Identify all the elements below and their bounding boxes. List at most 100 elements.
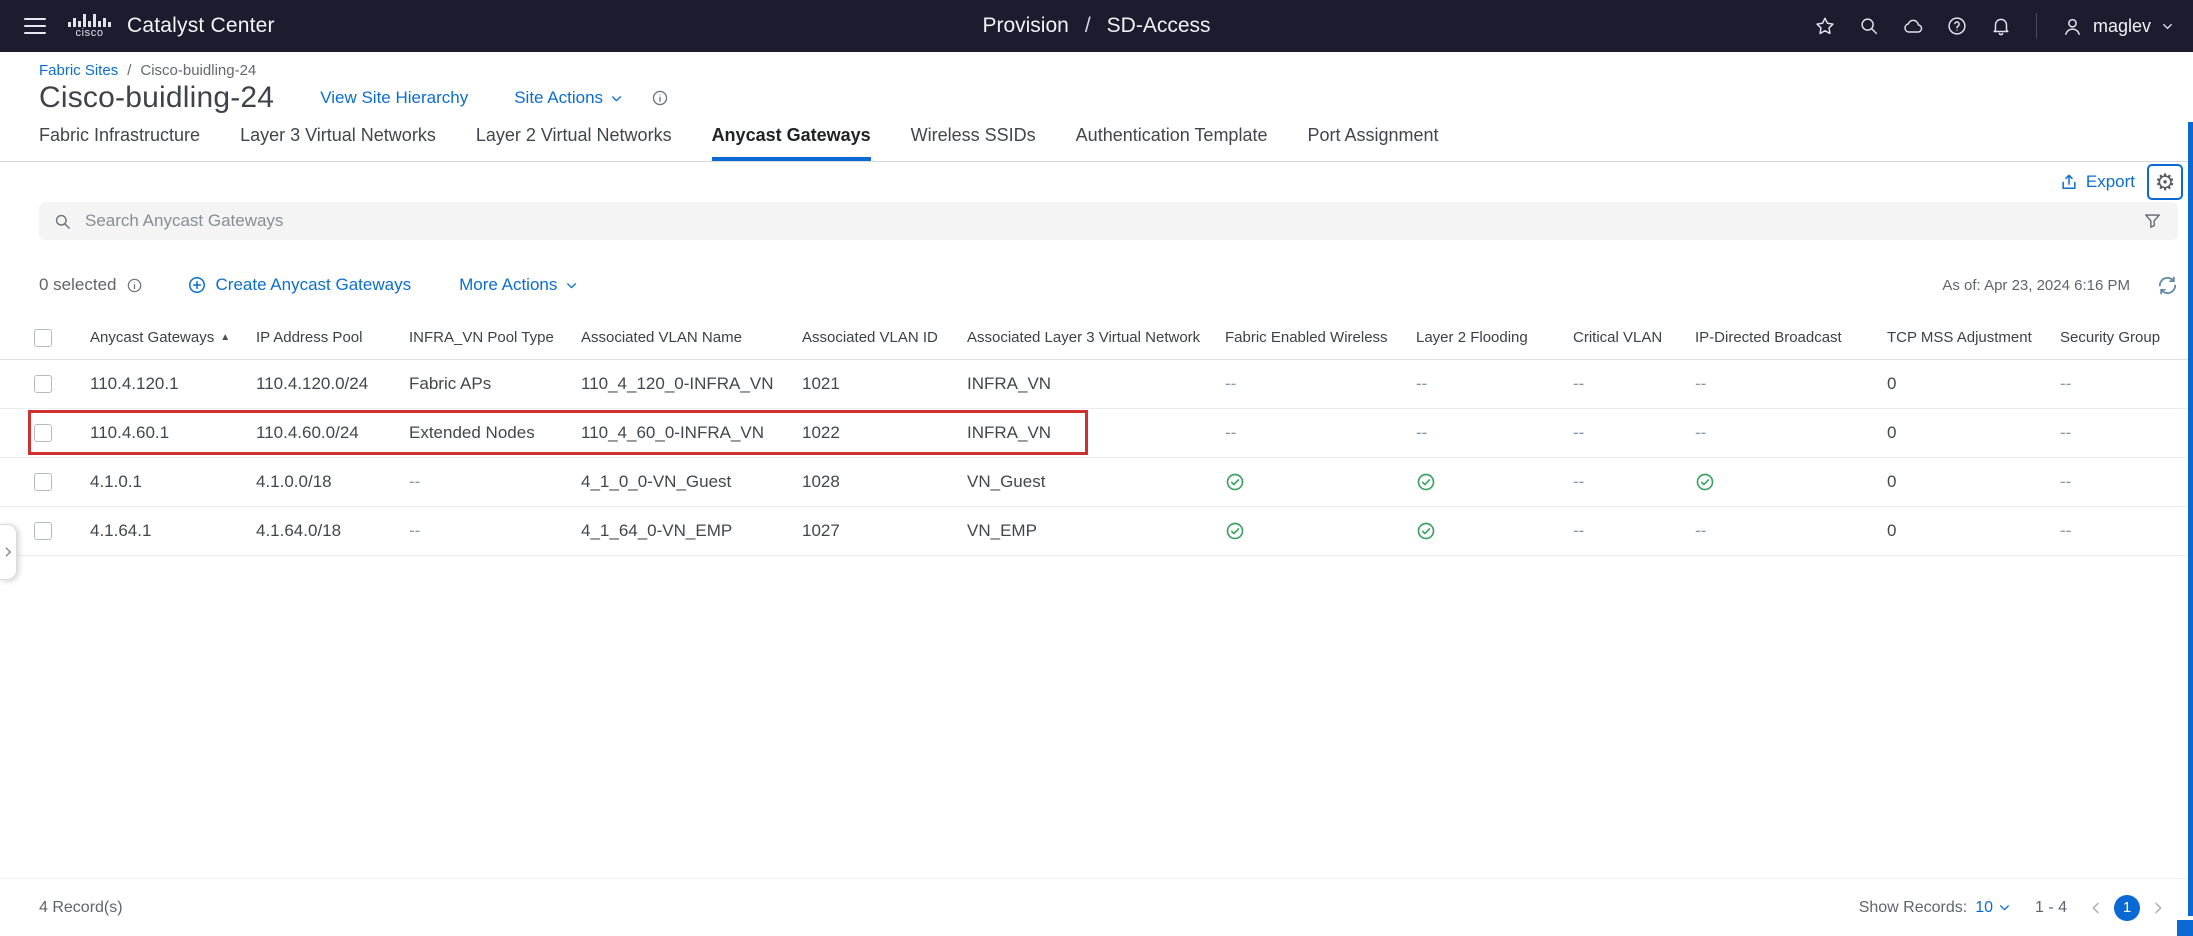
menu-icon[interactable] [18, 9, 52, 43]
plus-circle-icon [187, 275, 207, 295]
site-actions-label: Site Actions [514, 88, 603, 108]
notifications-bell-icon[interactable] [1990, 15, 2012, 37]
pagination-previous-icon[interactable] [2087, 899, 2105, 917]
more-actions-dropdown[interactable]: More Actions [459, 275, 578, 295]
view-site-hierarchy-link[interactable]: View Site Hierarchy [320, 88, 468, 108]
user-menu-chevron-down-icon [2160, 19, 2175, 34]
table-row[interactable]: 4.1.0.14.1.0.0/18--4_1_0_0-VN_Guest1028V… [0, 458, 2193, 507]
table-row[interactable]: 110.4.60.1110.4.60.0/24Extended Nodes110… [0, 409, 2193, 458]
user-menu[interactable]: maglev [2061, 15, 2175, 38]
global-search-icon[interactable] [1858, 15, 1880, 37]
check-circle-icon [1695, 472, 1715, 492]
export-button[interactable]: Export [2059, 172, 2135, 192]
cell-value: 4.1.64.1 [90, 521, 151, 541]
cell-value: 110.4.60.0/24 [256, 423, 359, 443]
nav-provision[interactable]: Provision [982, 14, 1068, 38]
top-nav-breadcrumb: Provision / SD-Access [982, 14, 1210, 38]
tab-port-assignment[interactable]: Port Assignment [1307, 125, 1438, 161]
nav-separator: / [1085, 14, 1091, 38]
row-checkbox[interactable] [34, 424, 52, 442]
cell-value: -- [1695, 374, 1706, 394]
cell-value: 1028 [802, 472, 840, 492]
column-header-anycast-gateways[interactable]: Anycast Gateways▲ [90, 329, 256, 346]
table-footer: 4 Record(s) Show Records: 10 1 - 4 1 [0, 878, 2193, 936]
create-anycast-gateways-label: Create Anycast Gateways [216, 275, 412, 295]
pagination-page-1[interactable]: 1 [2114, 895, 2140, 921]
cloud-icon[interactable] [1902, 15, 1924, 37]
cell-value: -- [1573, 472, 1584, 492]
cisco-logo-bars [68, 13, 111, 27]
check-circle-icon [1416, 521, 1436, 541]
tab-wireless-ssids[interactable]: Wireless SSIDs [911, 125, 1036, 161]
row-checkbox[interactable] [34, 522, 52, 540]
gear-glyph: ⚙ [2155, 171, 2176, 194]
more-actions-label: More Actions [459, 275, 557, 295]
selected-count: 0 selected [39, 275, 143, 295]
sort-asc-icon: ▲ [220, 332, 230, 343]
site-info-icon[interactable] [651, 89, 669, 107]
page-size-dropdown[interactable]: 10 [1975, 899, 2011, 917]
column-header-associated-layer-3-virtual-network[interactable]: Associated Layer 3 Virtual Network [967, 329, 1225, 346]
tab-layer-2-virtual-networks[interactable]: Layer 2 Virtual Networks [476, 125, 672, 161]
tab-authentication-template[interactable]: Authentication Template [1076, 125, 1268, 161]
column-header-critical-vlan[interactable]: Critical VLAN [1573, 329, 1695, 346]
column-header-fabric-enabled-wireless[interactable]: Fabric Enabled Wireless [1225, 329, 1416, 346]
product-title: Catalyst Center [127, 14, 275, 38]
column-header-layer-2-flooding[interactable]: Layer 2 Flooding [1416, 329, 1573, 346]
favorites-star-icon[interactable] [1814, 15, 1836, 37]
cell-value: 4.1.0.0/18 [256, 472, 332, 492]
tab-layer-3-virtual-networks[interactable]: Layer 3 Virtual Networks [240, 125, 436, 161]
cell-value: 110_4_60_0-INFRA_VN [581, 423, 764, 443]
column-header-infra-vn-pool-type[interactable]: INFRA_VN Pool Type [409, 329, 581, 346]
cell-value: 110.4.120.1 [90, 374, 179, 394]
row-checkbox[interactable] [34, 473, 52, 491]
topbar-divider [2036, 13, 2037, 39]
show-records-label: Show Records: [1859, 899, 1968, 917]
nav-sd-access[interactable]: SD-Access [1107, 14, 1211, 38]
check-circle-icon [1225, 472, 1245, 492]
search-input[interactable] [39, 211, 2178, 231]
as-of-timestamp: As of: Apr 23, 2024 6:16 PM [1942, 277, 2130, 294]
cell-value: -- [1225, 374, 1236, 394]
help-icon[interactable] [1946, 15, 1968, 37]
username-label: maglev [2093, 16, 2151, 37]
table-settings-gear-icon[interactable]: ⚙ [2147, 164, 2183, 200]
cell-value: 1022 [802, 423, 840, 443]
column-header-associated-vlan-id[interactable]: Associated VLAN ID [802, 329, 967, 346]
site-actions-chevron-down-icon [610, 92, 623, 105]
pagination-next-icon[interactable] [2149, 899, 2167, 917]
export-label: Export [2086, 172, 2135, 192]
cell-value: -- [2060, 472, 2071, 492]
cell-value: -- [1416, 374, 1427, 394]
cell-value: -- [2060, 423, 2071, 443]
cell-value: 4_1_64_0-VN_EMP [581, 521, 732, 541]
filter-funnel-icon[interactable] [2143, 212, 2162, 231]
column-header-security-group[interactable]: Security Group [2060, 329, 2193, 346]
cell-value: 1027 [802, 521, 840, 541]
pagination-range-label: 1 - 4 [2035, 899, 2067, 917]
row-checkbox[interactable] [34, 375, 52, 393]
check-circle-icon [1225, 521, 1245, 541]
select-all-checkbox[interactable] [34, 329, 52, 347]
tab-fabric-infrastructure[interactable]: Fabric Infrastructure [39, 125, 200, 161]
selected-info-icon[interactable] [126, 277, 143, 294]
left-panel-expand-handle[interactable] [0, 524, 17, 580]
breadcrumb-fabric-sites[interactable]: Fabric Sites [39, 62, 118, 79]
scrollbar-corner[interactable] [2177, 920, 2193, 936]
column-header-ip-address-pool[interactable]: IP Address Pool [256, 329, 409, 346]
create-anycast-gateways-button[interactable]: Create Anycast Gateways [187, 275, 412, 295]
vertical-scrollbar[interactable] [2188, 122, 2193, 916]
cell-value: 110.4.120.0/24 [256, 374, 368, 394]
table-row[interactable]: 4.1.64.14.1.64.0/18--4_1_64_0-VN_EMP1027… [0, 507, 2193, 556]
column-header-associated-vlan-name[interactable]: Associated VLAN Name [581, 329, 802, 346]
cell-value: INFRA_VN [967, 374, 1051, 394]
tab-anycast-gateways[interactable]: Anycast Gateways [712, 125, 871, 161]
refresh-icon[interactable] [2156, 274, 2179, 297]
cell-value: -- [1573, 521, 1584, 541]
cell-value: -- [409, 521, 420, 541]
column-header-ip-directed-broadcast[interactable]: IP-Directed Broadcast [1695, 329, 1887, 346]
breadcrumb-current: Cisco-buidling-24 [140, 62, 256, 79]
site-actions-dropdown[interactable]: Site Actions [514, 88, 623, 108]
column-header-tcp-mss-adjustment[interactable]: TCP MSS Adjustment [1887, 329, 2060, 346]
table-row[interactable]: 110.4.120.1110.4.120.0/24Fabric APs110_4… [0, 360, 2193, 409]
